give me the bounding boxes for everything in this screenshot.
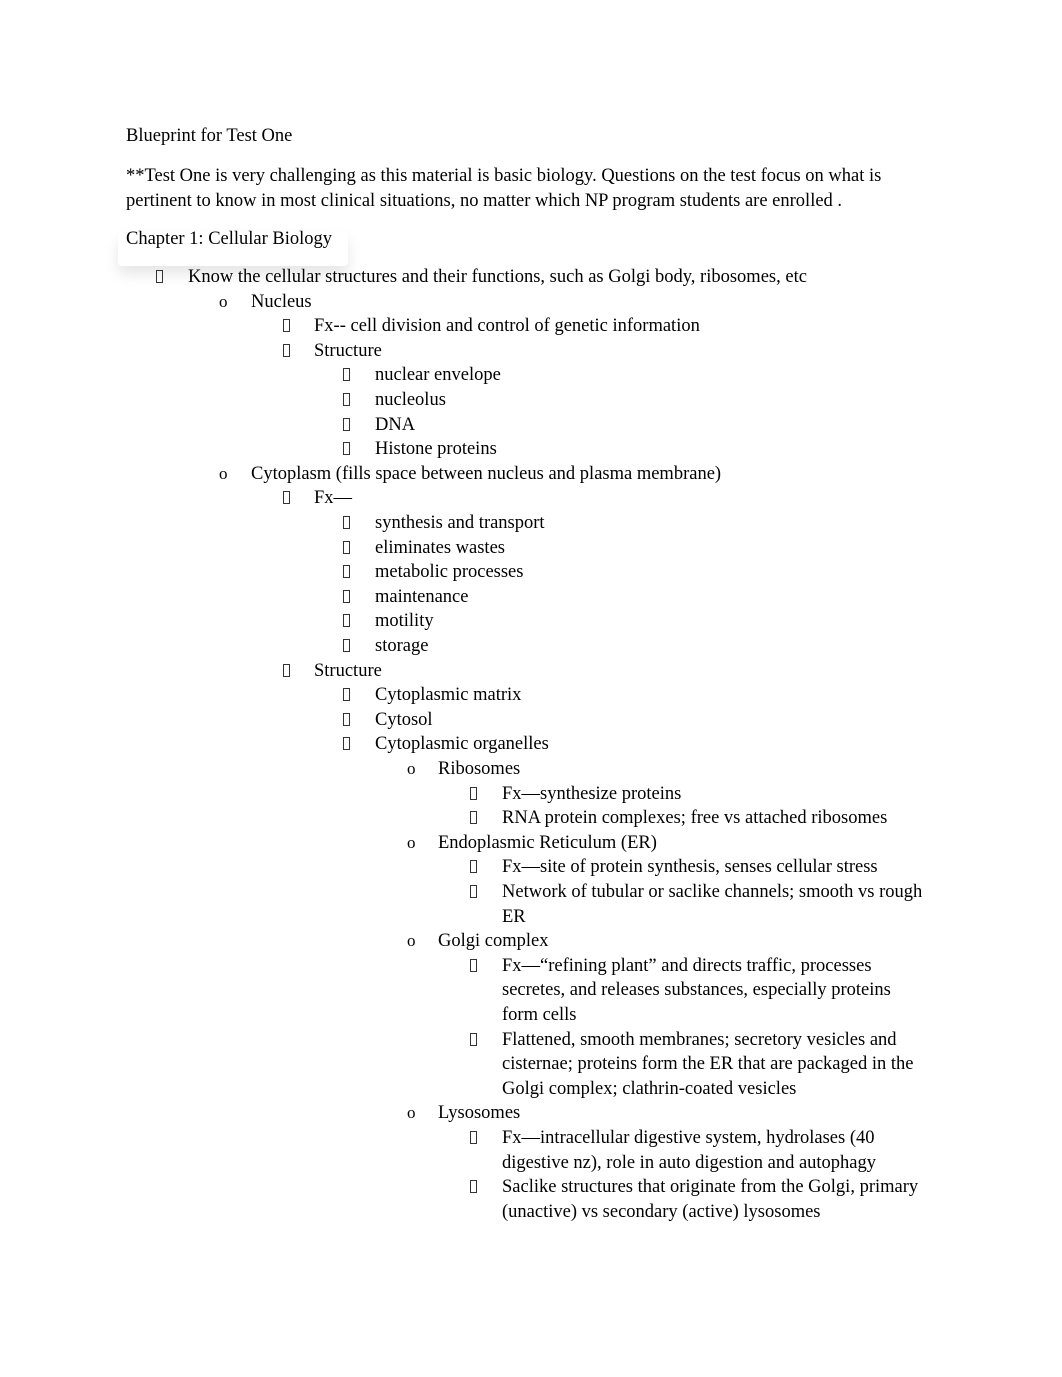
outline-item-level-2: Nucleus xyxy=(251,291,312,312)
outline-item-level-4: maintenance xyxy=(375,586,469,607)
outline-item-level-6: Fx—intracellular digestive system, hydro… xyxy=(502,1128,875,1148)
outline-item-level-5: Endoplasmic Reticulum (ER) xyxy=(438,832,657,853)
circle-bullet-icon: o xyxy=(407,1103,416,1123)
square-bullet-icon xyxy=(156,266,163,288)
outline-item-level-6: Fx—synthesize proteins xyxy=(502,783,682,804)
circle-bullet-icon: o xyxy=(407,931,416,951)
outline-item-level-4: synthesis and transport xyxy=(375,513,545,533)
outline-item-level-6: Network of tubular or saclike channels; … xyxy=(502,882,923,902)
square-bullet-icon xyxy=(470,807,477,829)
chapter-heading: Chapter 1: Cellular Biology xyxy=(126,229,333,249)
outline-item-level-5: Lysosomes xyxy=(438,1103,521,1124)
square-bullet-icon xyxy=(283,340,290,362)
outline-item-continuation: form cells xyxy=(502,1005,577,1025)
square-bullet-icon xyxy=(343,512,350,534)
square-bullet-icon xyxy=(343,561,350,583)
outline-item-level-4: metabolic processes xyxy=(375,562,524,583)
circle-bullet-icon: o xyxy=(219,463,228,483)
square-bullet-icon xyxy=(343,635,350,657)
square-bullet-icon xyxy=(470,955,477,977)
outline-item-level-5: Golgi complex xyxy=(438,931,549,952)
outline-item-level-4: nuclear envelope xyxy=(375,365,501,386)
outline-item-level-6: RNA protein complexes; free vs attached … xyxy=(502,808,888,829)
outline-item-level-1: Know the cellular structures and their f… xyxy=(188,267,807,287)
outline-item-level-3: Structure xyxy=(314,660,382,681)
circle-bullet-icon: o xyxy=(407,759,416,778)
square-bullet-icon xyxy=(343,438,350,460)
outline-item-continuation: Golgi complex; clathrin-coated vesicles xyxy=(502,1078,797,1099)
outline-item-level-6: Flattened, smooth membranes; secretory v… xyxy=(502,1029,897,1050)
outline-item-level-2: Cytoplasm (fills space between nucleus a… xyxy=(251,463,722,484)
outline-item-continuation: secretes, and releases substances, espec… xyxy=(502,980,891,1001)
square-bullet-icon xyxy=(343,537,350,559)
square-bullet-icon xyxy=(470,1127,477,1149)
outline-item-continuation: digestive nz), role in auto digestion an… xyxy=(502,1152,877,1173)
square-bullet-icon xyxy=(283,315,290,337)
outline-item-level-5: Ribosomes xyxy=(438,759,521,779)
outline-item-level-4: eliminates wastes xyxy=(375,537,505,558)
square-bullet-icon xyxy=(470,1176,477,1198)
intro-paragraph-line-2: pertinent to know in most clinical situa… xyxy=(126,191,843,211)
square-bullet-icon xyxy=(283,660,290,682)
outline-item-continuation: (unactive) vs secondary (active) lysosom… xyxy=(502,1201,821,1222)
outline-item-level-4: Histone proteins xyxy=(375,439,497,460)
outline-item-level-6: Saclike structures that originate from t… xyxy=(502,1177,919,1198)
square-bullet-icon xyxy=(470,881,477,903)
square-bullet-icon xyxy=(343,733,350,755)
outline-item-level-4: Cytosol xyxy=(375,709,433,730)
outline-item-level-3: Fx— xyxy=(314,488,353,509)
circle-bullet-icon: o xyxy=(407,832,416,852)
outline-item-level-4: DNA xyxy=(375,414,416,435)
intro-paragraph-line-1: **Test One is very challenging as this m… xyxy=(126,166,882,186)
square-bullet-icon xyxy=(343,684,350,706)
document-title: Blueprint for Test One xyxy=(126,126,293,146)
square-bullet-icon xyxy=(470,1029,477,1051)
square-bullet-icon xyxy=(343,414,350,436)
square-bullet-icon xyxy=(343,389,350,411)
square-bullet-icon xyxy=(343,709,350,731)
outline-item-level-4: Cytoplasmic matrix xyxy=(375,685,522,706)
outline-item-level-4: nucleolus xyxy=(375,390,446,410)
outline-item-continuation: ER xyxy=(502,906,526,927)
outline-item-level-6: Fx—site of protein synthesis, senses cel… xyxy=(502,857,878,878)
outline-item-level-4: storage xyxy=(375,636,429,656)
circle-bullet-icon: o xyxy=(219,291,228,311)
square-bullet-icon xyxy=(343,586,350,608)
outline-item-level-6: Fx—“refining plant” and directs traffic,… xyxy=(502,955,872,976)
outline-item-level-3: Fx-- cell division and control of geneti… xyxy=(314,316,700,337)
outline-item-level-4: Cytoplasmic organelles xyxy=(375,734,549,755)
square-bullet-icon xyxy=(470,856,477,878)
square-bullet-icon xyxy=(343,364,350,386)
square-bullet-icon xyxy=(283,487,290,509)
square-bullet-icon xyxy=(470,783,477,805)
square-bullet-icon xyxy=(343,610,350,632)
outline-item-level-3: Structure xyxy=(314,340,382,361)
outline-item-continuation: cisternae; proteins form the ER that are… xyxy=(502,1054,914,1075)
outline-item-level-4: motility xyxy=(375,611,434,632)
